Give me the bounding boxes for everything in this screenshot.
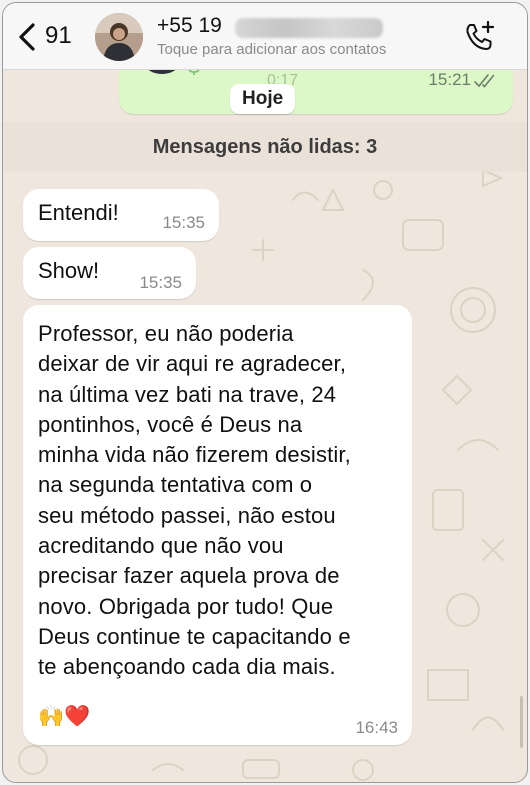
- phone-frame: 91 +55 19 Toque para adicionar aos conta…: [2, 2, 528, 783]
- avatar-image: [95, 13, 143, 61]
- message-time: 15:21: [428, 70, 471, 89]
- message-text: Professor, eu não poderia deixar de vir …: [38, 321, 351, 680]
- scrollbar[interactable]: [520, 696, 523, 748]
- message-time: 15:35: [162, 213, 205, 232]
- unread-count[interactable]: 91: [45, 22, 72, 50]
- phone-add-icon[interactable]: [461, 19, 497, 55]
- unread-messages-banner: Mensagens não lidas: 3: [3, 122, 527, 172]
- message-time: 16:43: [355, 718, 398, 737]
- redacted-number: [235, 18, 383, 38]
- message-bubble[interactable]: Entendi! 15:35: [23, 189, 219, 241]
- add-contact-hint[interactable]: Toque para adicionar aos contatos: [157, 41, 386, 58]
- message-text: Entendi!: [38, 200, 119, 225]
- message-bubble[interactable]: Professor, eu não poderia deixar de vir …: [23, 305, 412, 745]
- unread-banner-label: Mensagens não lidas: 3: [152, 135, 378, 158]
- message-bubble[interactable]: Show! 15:35: [23, 247, 196, 299]
- chat-header: 91 +55 19 Toque para adicionar aos conta…: [3, 3, 527, 70]
- double-check-icon: [474, 74, 495, 88]
- chat-area[interactable]: 0:17 15:21 Hoje Mensagens não lidas: 3 E…: [3, 38, 527, 782]
- message-text: Show!: [38, 258, 100, 283]
- date-separator: Hoje: [230, 84, 296, 114]
- message-emojis: 🙌❤️: [38, 705, 91, 728]
- chevron-left-icon[interactable]: [13, 21, 43, 53]
- contact-name[interactable]: +55 19: [157, 14, 222, 38]
- avatar[interactable]: [95, 13, 143, 61]
- message-time: 15:35: [139, 273, 182, 292]
